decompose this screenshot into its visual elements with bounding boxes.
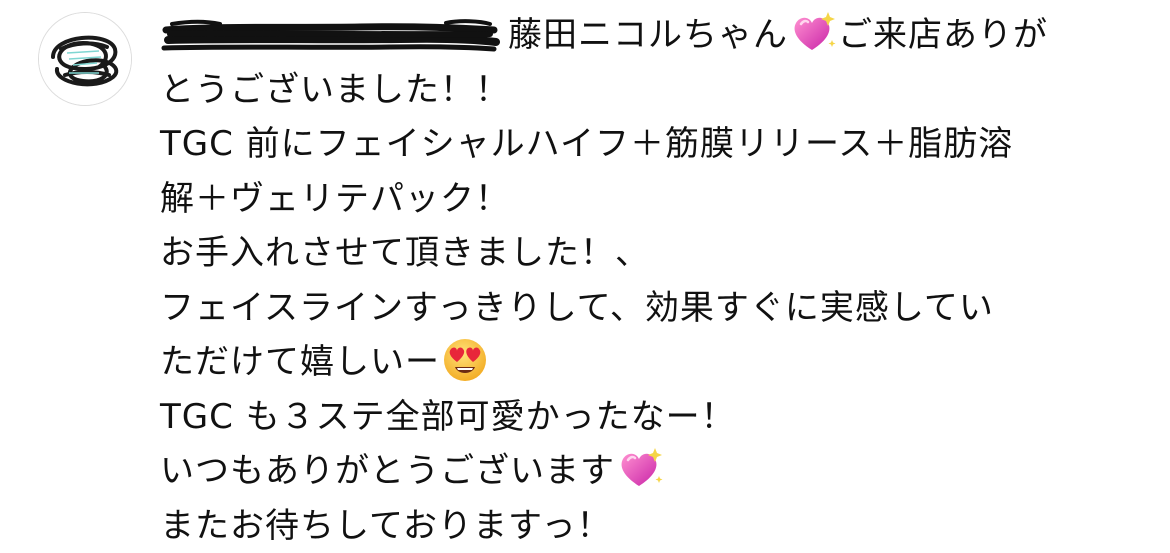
redaction-scribble-icon (160, 18, 500, 52)
sparkling-heart-icon (617, 446, 663, 492)
comment-line-8: TGC も３ステ全部可愛かったなー！ (160, 390, 1150, 445)
comment-line-9: いつもありがとうございます (160, 444, 1150, 499)
comment-line-5: お手入れさせて頂きました！、 (160, 226, 1150, 281)
comment-line-4: 解＋ヴェリテパック！ (160, 172, 1150, 227)
comment-line-1: 藤田ニコルちゃん ご来店ありが (160, 8, 1150, 63)
avatar-scribble-icon (39, 13, 131, 105)
heart-eyes-face-icon (442, 337, 488, 383)
comment-line-6: フェイスラインすっきりして、効果すぐに実感してい (160, 281, 1150, 336)
comment: 藤田ニコルちゃん ご来店ありが とうございました！！ TGC 前にフェイシャルハ… (160, 8, 1150, 553)
comment-line-3: TGC 前にフェイシャルハイフ＋筋膜リリース＋脂肪溶 (160, 117, 1150, 172)
avatar[interactable] (38, 12, 132, 106)
comment-text-7: ただけて嬉しいー (160, 342, 440, 382)
comment-text-1b: ご来店ありが (838, 15, 1048, 55)
username-redacted[interactable] (160, 18, 500, 52)
comment-line-10: またお待ちしておりますっ！ (160, 499, 1150, 553)
sparkling-heart-icon (790, 10, 836, 56)
comment-text-1a: 藤田ニコルちゃん (508, 15, 788, 55)
comment-text-9: いつもありがとうございます (160, 451, 615, 491)
comment-line-7: ただけて嬉しいー (160, 335, 1150, 390)
comment-line-2: とうございました！！ (160, 63, 1150, 118)
